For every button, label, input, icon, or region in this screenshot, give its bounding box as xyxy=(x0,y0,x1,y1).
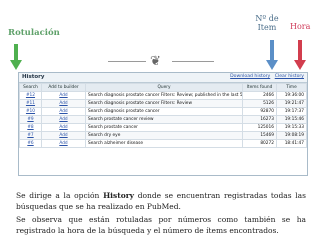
divider xyxy=(172,61,214,62)
column-header: Query xyxy=(85,83,243,92)
search-time: 18:41:47 xyxy=(276,139,307,148)
column-header: Add to builder xyxy=(41,83,86,92)
table-row: #7 Add Search dry eye 15469 19:08:19 xyxy=(19,131,307,140)
divider xyxy=(108,61,146,62)
column-header: Time xyxy=(276,83,307,92)
items-found: 92870 xyxy=(242,107,277,116)
search-number-link[interactable]: #8 xyxy=(19,123,42,132)
items-found: 80272 xyxy=(242,139,277,148)
table-row: #8 Add Search prostate cancer 125016 19:… xyxy=(19,123,307,132)
add-link[interactable]: Add xyxy=(41,139,86,148)
add-link[interactable]: Add xyxy=(41,131,86,140)
search-time: 19:15:46 xyxy=(276,115,307,124)
search-time: 19:15:33 xyxy=(276,123,307,132)
search-number-link[interactable]: #9 xyxy=(19,115,42,124)
items-found: 2466 xyxy=(242,91,277,100)
column-header: Search xyxy=(19,83,42,92)
items-found: 15469 xyxy=(242,131,277,140)
query-text: Search alzheimer disease xyxy=(85,139,243,148)
paragraph-rotulacion: Se observa que están rotuladas por númer… xyxy=(16,215,306,235)
table-row: #10 Add Search diagnosis prostate cancer… xyxy=(19,107,307,116)
query-text: Search diagnosis prostate cancer Filters… xyxy=(85,99,243,108)
search-time: 19:17:37 xyxy=(276,107,307,116)
add-link[interactable]: Add xyxy=(41,107,86,116)
search-number-link[interactable]: #7 xyxy=(19,131,42,140)
items-found: 16273 xyxy=(242,115,277,124)
table-row: #9 Add Search prostate cancer review 162… xyxy=(19,115,307,124)
paragraph-history: Se dirige a la opción History donde se e… xyxy=(16,190,306,212)
search-time: 19:36:00 xyxy=(276,91,307,100)
clear-history-link[interactable]: Clear history xyxy=(275,74,304,79)
label-rotulacion: Rotulación xyxy=(8,28,60,38)
search-time: 19:21:47 xyxy=(276,99,307,108)
add-link[interactable]: Add xyxy=(41,91,86,100)
arrow-down-icon xyxy=(10,44,22,70)
arrow-down-icon xyxy=(294,40,306,70)
paragraph-text: Se dirige a la opción xyxy=(16,191,104,200)
items-found: 125016 xyxy=(242,123,277,132)
search-number-link[interactable]: #11 xyxy=(19,99,42,108)
add-link[interactable]: Add xyxy=(41,99,86,108)
history-panel: History Download history Clear history S… xyxy=(18,72,308,176)
add-link[interactable]: Add xyxy=(41,123,86,132)
label-numero-item: Nº de Item xyxy=(255,14,279,33)
history-title: History xyxy=(22,74,45,80)
query-text: Search prostate cancer xyxy=(85,123,243,132)
table-row: #6 Add Search alzheimer disease 80272 18… xyxy=(19,139,307,148)
query-text: Search dry eye xyxy=(85,131,243,140)
search-time: 19:08:19 xyxy=(276,131,307,140)
arrow-down-icon xyxy=(266,40,278,70)
history-table: Search Add to builder Query Items found … xyxy=(19,83,307,148)
items-found: 5126 xyxy=(242,99,277,108)
query-text: Search diagnosis prostate cancer Filters… xyxy=(85,91,243,100)
download-history-link[interactable]: Download history xyxy=(230,74,270,79)
search-number-link[interactable]: #6 xyxy=(19,139,42,148)
search-number-link[interactable]: #10 xyxy=(19,107,42,116)
query-text: Search diagnosis prostate cancer xyxy=(85,107,243,116)
history-keyword: History xyxy=(103,191,135,200)
table-header-row: Search Add to builder Query Items found … xyxy=(19,83,307,92)
column-header: Items found xyxy=(242,83,277,92)
slide: Rotulación Nº de Item Hora ❦ History Dow… xyxy=(0,0,320,240)
history-header: History Download history Clear history xyxy=(19,73,307,83)
query-text: Search prostate cancer review xyxy=(85,115,243,124)
add-link[interactable]: Add xyxy=(41,115,86,124)
label-hora: Hora xyxy=(290,22,311,31)
quote-icon: ❦ xyxy=(150,54,161,69)
table-row: #12 Add Search diagnosis prostate cancer… xyxy=(19,91,307,100)
search-number-link[interactable]: #12 xyxy=(19,91,42,100)
table-row: #11 Add Search diagnosis prostate cancer… xyxy=(19,99,307,108)
